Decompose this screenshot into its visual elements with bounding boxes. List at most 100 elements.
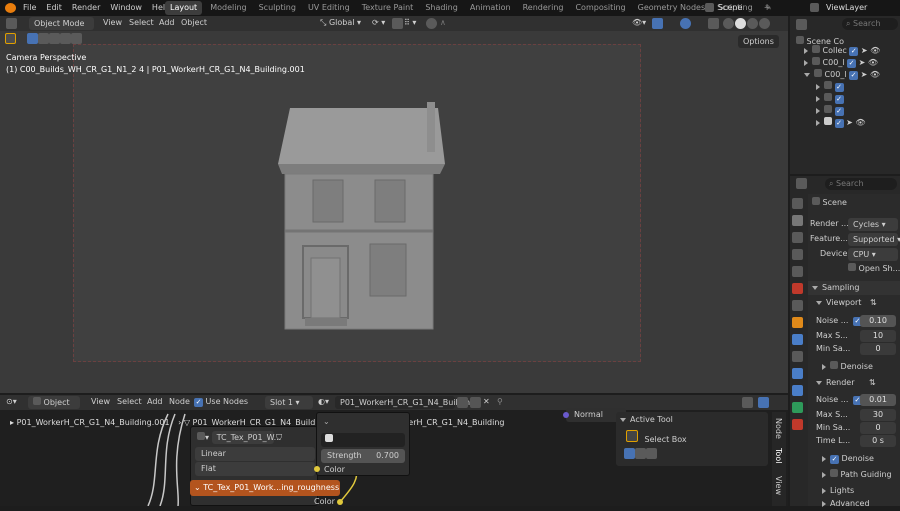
active-tool-header[interactable]: Active Tool — [620, 413, 673, 427]
roughness-texture-node[interactable]: ⌄ TC_Tex_P01_Work...ing_roughness.png — [190, 480, 340, 496]
select-mode-subtract-icon[interactable] — [646, 448, 657, 459]
path-guiding-subpanel[interactable]: Path Guiding — [822, 468, 892, 482]
expand-icon[interactable] — [816, 83, 820, 90]
outliner-child[interactable]: ✓ ➤ 👁 — [816, 116, 866, 130]
cursor-icon[interactable]: ➤ — [846, 118, 853, 127]
expand-icon[interactable] — [816, 107, 820, 114]
sidebar-tab-tool[interactable]: Tool — [774, 448, 783, 464]
visibility-icon[interactable]: 👁▾ — [632, 18, 646, 27]
preset-icon[interactable]: ⇅ — [870, 298, 877, 307]
select-mode-extend-icon[interactable] — [635, 448, 646, 459]
select-mode-new-icon[interactable] — [624, 448, 635, 459]
menu-file[interactable]: File — [23, 3, 36, 12]
select-mode-invert-icon[interactable] — [70, 33, 82, 44]
constraints-tab-icon[interactable] — [792, 385, 803, 396]
check-icon[interactable]: ✓ — [834, 119, 844, 128]
view-layer-tab-icon[interactable] — [792, 249, 803, 260]
min-samples-field[interactable]: 0 — [860, 343, 896, 355]
properties-search[interactable]: ⌕ Search — [825, 178, 897, 190]
snap-target-icon[interactable]: ⠿ ▾ — [404, 18, 416, 27]
normal-socket-icon[interactable] — [563, 412, 569, 418]
render-denoise-subpanel[interactable]: ✓ Denoise — [822, 452, 874, 466]
sidebar-tab-node[interactable]: Node — [774, 418, 783, 439]
material-name-field[interactable]: P01_WorkerH_CR_G1_N4_Building — [335, 396, 475, 409]
strength-field[interactable]: Strength 0.700 — [321, 449, 405, 463]
shading-rendered-icon[interactable] — [759, 18, 770, 29]
check-icon[interactable]: ✓ — [834, 107, 844, 116]
view-layer-selector[interactable]: ViewLayer — [826, 3, 867, 12]
normal-map-space[interactable] — [321, 433, 405, 447]
render-max-samples-field[interactable]: 30 — [860, 409, 896, 421]
color-output-socket[interactable] — [337, 499, 343, 505]
falloff-icon[interactable]: ∧ — [440, 18, 446, 27]
interpolation-dropdown[interactable]: Linear — [195, 447, 315, 461]
snap-icon[interactable] — [392, 18, 403, 29]
render-engine-dropdown[interactable]: Cycles ▾ — [848, 218, 898, 231]
menu-object[interactable]: Object — [181, 18, 207, 27]
scene-selector[interactable]: Scene — [718, 3, 742, 12]
unlink-material-icon[interactable]: ✕ — [483, 397, 490, 406]
check-icon[interactable]: ✓ — [834, 95, 844, 104]
menu-edit[interactable]: Edit — [46, 3, 62, 12]
select-mode-subtract-icon[interactable] — [48, 33, 60, 44]
lights-subpanel[interactable]: Lights — [822, 484, 854, 498]
view-layer-icon[interactable] — [810, 3, 819, 12]
material-tab-icon[interactable] — [792, 419, 803, 430]
select-tool-icon[interactable] — [5, 33, 16, 44]
check-icon[interactable]: ✓ — [849, 47, 859, 56]
tab-modeling[interactable]: Modeling — [206, 1, 250, 15]
viewport-subpanel-header[interactable]: Viewport ⇅ — [816, 296, 877, 310]
object-tab-icon[interactable] — [792, 317, 803, 328]
data-tab-icon[interactable] — [792, 402, 803, 413]
properties-editor-icon[interactable] — [796, 178, 807, 189]
pin-icon[interactable]: ✎ — [765, 3, 772, 12]
output-tab-icon[interactable] — [792, 232, 803, 243]
shading-wireframe-icon[interactable] — [723, 18, 734, 29]
menu-add[interactable]: Add — [159, 18, 175, 27]
collection-tab-icon[interactable] — [792, 300, 803, 311]
image-selector[interactable]: ▾ TC_Tex_P01_W... ⛉ — [197, 431, 282, 445]
physics-tab-icon[interactable] — [792, 368, 803, 379]
projection-dropdown[interactable]: Flat — [195, 462, 315, 476]
shading-material-icon[interactable] — [747, 18, 758, 29]
shader-type-dropdown[interactable]: Object ▾ — [28, 396, 80, 420]
editor-type-icon[interactable] — [6, 18, 17, 29]
check-icon[interactable]: ✓ — [847, 59, 857, 68]
render-subpanel-header[interactable]: Render ⇅ — [816, 376, 876, 390]
fake-user-shield-icon[interactable] — [457, 397, 468, 408]
pin-icon[interactable]: ⚲ — [497, 397, 503, 406]
cursor-icon[interactable]: ➤ — [861, 70, 868, 79]
eye-icon[interactable]: 👁 — [870, 70, 880, 79]
preset-icon[interactable]: ⇅ — [869, 378, 876, 387]
check-icon[interactable]: ✓ — [849, 71, 859, 80]
tool-tab-icon[interactable] — [792, 198, 803, 209]
use-nodes-toggle[interactable]: ✓ Use Nodes — [194, 397, 248, 407]
node-menu-view[interactable]: View — [91, 397, 110, 406]
tab-texture-paint[interactable]: Texture Paint — [358, 1, 418, 15]
node-collapse-icon[interactable]: ⌄ — [194, 483, 203, 492]
open-shading-row[interactable]: Open Sh... — [848, 262, 900, 276]
xray-icon[interactable] — [708, 18, 719, 29]
expand-icon[interactable] — [816, 95, 820, 102]
mode-selector[interactable]: Object Mode ▾ — [29, 17, 94, 41]
scene-icon[interactable] — [705, 3, 714, 12]
advanced-subpanel[interactable]: Advanced — [822, 497, 870, 511]
color-socket-icon[interactable] — [314, 466, 320, 472]
tab-sculpting[interactable]: Sculpting — [255, 1, 300, 15]
expand-icon[interactable] — [816, 119, 820, 126]
menu-select[interactable]: Select — [129, 18, 154, 27]
scene-tab-icon[interactable] — [792, 266, 803, 277]
device-dropdown[interactable]: CPU ▾ — [848, 248, 898, 261]
3d-viewport[interactable]: Options Camera Perspective (1) C00_Build… — [0, 31, 788, 393]
gizmo-icon[interactable] — [652, 18, 663, 29]
tab-shading[interactable]: Shading — [421, 1, 462, 15]
max-samples-field[interactable]: 10 — [860, 330, 896, 342]
normal-map-node[interactable]: ⌄ Strength 0.700 Color — [314, 412, 410, 476]
shading-solid-icon[interactable] — [735, 18, 746, 29]
cursor-icon[interactable]: ➤ — [859, 58, 866, 67]
feature-set-dropdown[interactable]: Supported ▾ — [848, 233, 900, 246]
modifier-tab-icon[interactable] — [792, 334, 803, 345]
fake-user-shield-icon[interactable]: ⛉ — [276, 433, 282, 442]
sampling-panel-header[interactable]: Sampling — [808, 281, 900, 295]
orientation-selector[interactable]: ⤡ Global ▾ — [320, 18, 361, 28]
